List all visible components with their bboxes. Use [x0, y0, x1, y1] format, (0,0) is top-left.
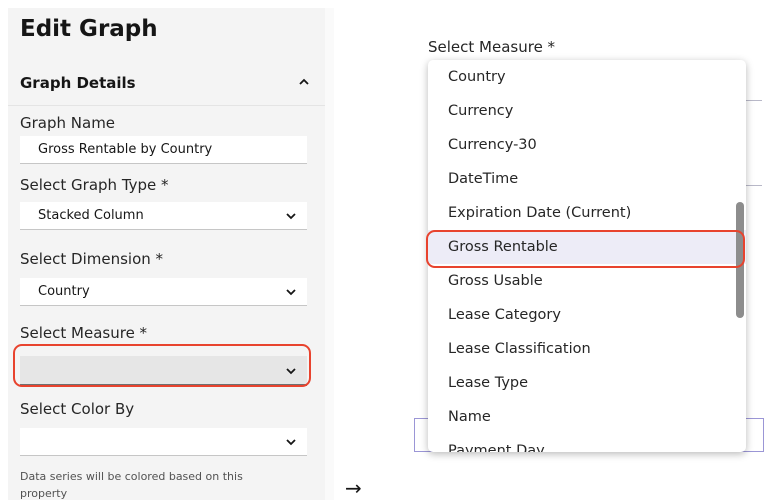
panel-divider [325, 8, 334, 500]
dimension-value: Country [38, 284, 90, 299]
chevron-down-icon [286, 439, 296, 446]
graph-name-input[interactable]: Gross Rentable by Country [20, 136, 307, 164]
color-by-helper-text: Data series will be colored based on thi… [20, 470, 243, 500]
dropdown-option[interactable]: Currency-30 [428, 128, 746, 162]
dropdown-option[interactable]: Name [428, 400, 746, 434]
dropdown-option[interactable]: Lease Category [428, 298, 746, 332]
graph-type-select[interactable]: Stacked Column [20, 202, 307, 230]
dimension-select[interactable]: Country [20, 278, 307, 306]
measure-highlight-annotation [13, 344, 311, 387]
dropdown-option[interactable]: Currency [428, 94, 746, 128]
graph-name-value: Gross Rentable by Country [38, 142, 213, 157]
chevron-down-icon [286, 213, 296, 220]
page-title: Edit Graph [20, 16, 158, 42]
graph-details-section-header[interactable]: Graph Details [8, 60, 325, 106]
dropdown-option[interactable]: Lease Type [428, 366, 746, 400]
gross-rentable-highlight-annotation [426, 230, 745, 268]
transition-arrow: → [345, 476, 362, 500]
dimension-label: Select Dimension * [20, 250, 164, 268]
graph-type-value: Stacked Column [38, 208, 144, 223]
measure-dropdown-label: Select Measure * [428, 38, 556, 56]
dropdown-option[interactable]: Lease Classification [428, 332, 746, 366]
dropdown-option[interactable]: DateTime [428, 162, 746, 196]
dropdown-option[interactable]: Gross Usable [428, 264, 746, 298]
dropdown-option[interactable]: Expiration Date (Current) [428, 196, 746, 230]
chevron-down-icon [286, 289, 296, 296]
dropdown-option[interactable]: Payment Day [428, 434, 746, 452]
color-by-label: Select Color By [20, 400, 135, 418]
chevron-up-icon[interactable] [297, 75, 311, 89]
color-by-select[interactable] [20, 428, 307, 456]
dropdown-option[interactable]: Country [428, 60, 746, 94]
measure-label: Select Measure * [20, 324, 148, 342]
section-title: Graph Details [20, 74, 136, 92]
graph-name-label: Graph Name [20, 114, 116, 132]
graph-type-label: Select Graph Type * [20, 176, 169, 194]
edit-graph-panel: Edit Graph Graph Details Graph Name Gros… [8, 8, 325, 500]
